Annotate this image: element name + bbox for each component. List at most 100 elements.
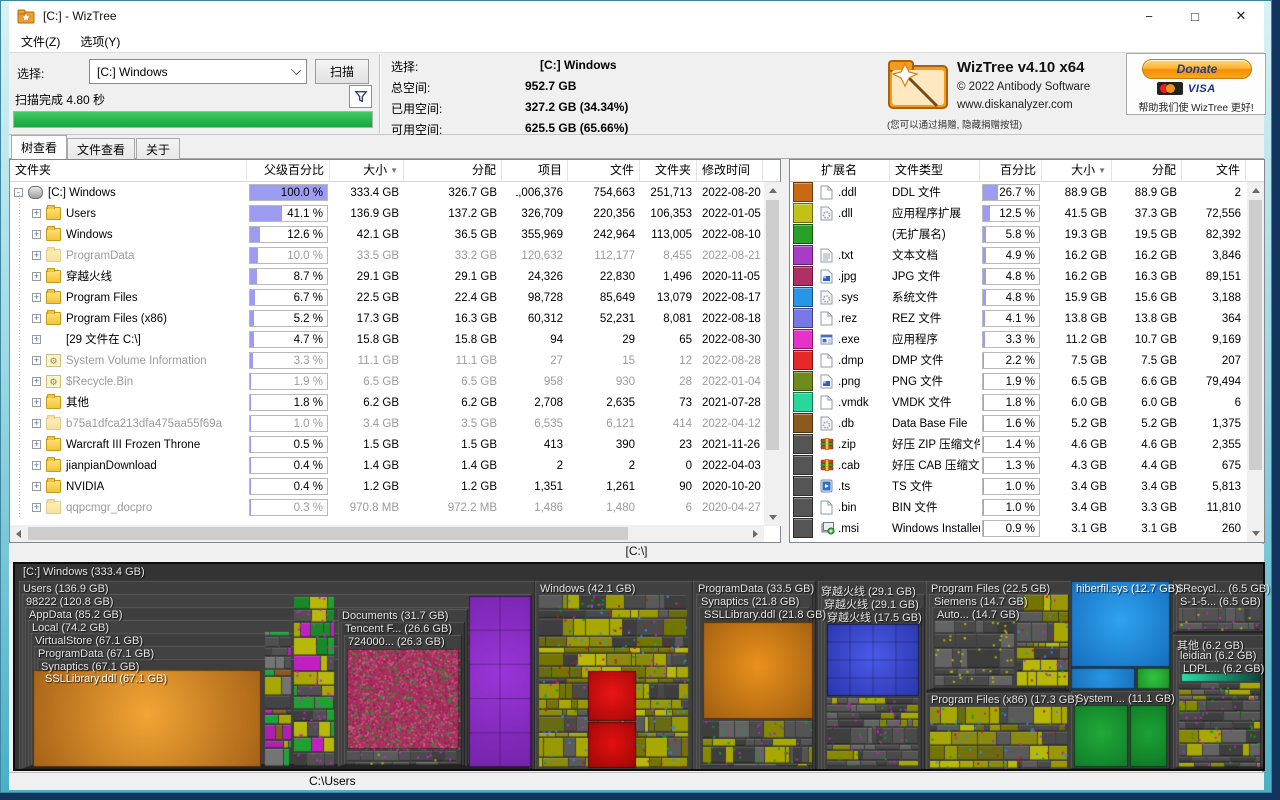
treemap-label-root[interactable]: [C:] Windows (333.4 GB) [23,566,145,578]
treemap-label-system[interactable]: System ... (11.1 GB) [1076,693,1175,705]
column-header[interactable]: 百分比 [980,160,1042,182]
treemap-label-ssllib_u[interactable]: SSLLibrary.ddl (67.1 GB) [45,673,167,685]
expand-icon[interactable]: + [32,482,41,491]
scroll-right-icon[interactable] [753,530,758,538]
extension-row[interactable]: .ddlDDL 文件26.7 %88.9 GB88.9 GB2 [790,182,1247,203]
treemap-label-local[interactable]: Local (74.2 GB) [32,622,109,634]
treemap-label-leidian[interactable]: leidian (6.2 GB) [1180,650,1256,662]
expand-icon[interactable]: + [32,314,41,323]
folder-row[interactable]: +Warcraft III Frozen Throne0.5 %1.5 GB1.… [10,434,763,455]
extension-row[interactable]: .exe应用程序3.3 %11.2 GB10.7 GB9,169 [790,329,1247,350]
extension-row[interactable]: .dmpDMP 文件2.2 %7.5 GB7.5 GB207 [790,350,1247,371]
folder-row[interactable]: +其他1.8 %6.2 GB6.2 GB2,7082,635732021-07-… [10,392,763,413]
extension-row[interactable]: .zip好压 ZIP 压缩文件1.4 %4.6 GB4.6 GB2,355 [790,434,1247,455]
treemap-label-appdata[interactable]: AppData (85.2 GB) [29,609,123,621]
extension-row[interactable]: .jpgJPG 文件4.8 %16.2 GB16.3 GB89,151 [790,266,1247,287]
treemap-label-siemens[interactable]: Siemens (14.7 GB) [934,596,1028,608]
column-header[interactable]: 分配 [404,160,502,182]
folder-row[interactable]: +b75a1dfca213dfa475aa55f69a1.0 %3.4 GB3.… [10,413,763,434]
column-header[interactable]: 扩展名 [816,160,890,182]
scroll-left-icon[interactable] [16,530,21,538]
expand-icon[interactable]: + [32,398,41,407]
column-header[interactable]: 项目 [502,160,568,182]
extension-row[interactable]: .sys系统文件4.8 %15.9 GB15.6 GB3,188 [790,287,1247,308]
extension-row[interactable]: .binBIN 文件1.0 %3.4 GB3.3 GB11,810 [790,497,1247,518]
folder-row[interactable]: +Program Files6.7 %22.5 GB22.4 GB98,7288… [10,287,763,308]
expand-icon[interactable]: + [32,293,41,302]
treemap-label-recycle[interactable]: $Recycl... (6.5 GB) [1177,583,1270,595]
column-header[interactable]: 文件类型 [890,160,980,182]
treemap-label-programdata[interactable]: ProgramData (33.5 GB) [698,583,814,595]
folder-row[interactable]: -[C:] Windows100.0 %333.4 GB326.7 GB1,00… [10,182,763,203]
column-header[interactable]: 大小▼ [1042,160,1112,182]
donate-button[interactable]: Donate [1142,59,1252,79]
treemap-label-hiberfil[interactable]: hiberfil.sys (12.7 GB) [1076,583,1179,595]
expand-icon[interactable]: + [32,335,41,344]
expand-icon[interactable]: + [32,230,41,239]
extension-vscrollbar[interactable] [1247,182,1264,542]
column-header[interactable]: 文件夹 [640,160,697,182]
extension-row[interactable]: .rezREZ 文件4.1 %13.8 GB13.8 GB364 [790,308,1247,329]
scroll-down-icon[interactable] [1252,531,1260,536]
folder-row[interactable]: +Windows12.6 %42.1 GB36.5 GB355,969242,9… [10,224,763,245]
expand-icon[interactable]: + [32,209,41,218]
filter-button[interactable] [349,85,372,108]
treemap-label-virtualstore[interactable]: VirtualStore (67.1 GB) [35,635,143,647]
folder-row[interactable]: +qqpcmgr_docpro0.3 %970.8 MB972.2 MB1,48… [10,497,763,518]
treemap-label-cf3[interactable]: 穿越火线 (17.5 GB) [827,609,922,625]
expand-icon[interactable]: + [32,440,41,449]
folder-row[interactable]: +⚙System Volume Information3.3 %11.1 GB1… [10,350,763,371]
tab-about[interactable]: 关于 [136,138,180,159]
folder-row[interactable]: +[29 文件在 C:\]4.7 %15.8 GB15.8 GB94296520… [10,329,763,350]
treemap-label-t724000[interactable]: 724000... (26.3 GB) [348,636,445,648]
extension-row[interactable]: .pngPNG 文件1.9 %6.5 GB6.6 GB79,494 [790,371,1247,392]
expand-icon[interactable]: + [32,356,41,365]
column-header[interactable]: 文件 [1182,160,1246,182]
folder-row[interactable]: +jianpianDownload0.4 %1.4 GB1.4 GB220202… [10,455,763,476]
treemap-label-s15[interactable]: S-1-5... (6.5 GB) [1180,596,1261,608]
folder-row[interactable]: +穿越火线8.7 %29.1 GB29.1 GB24,32622,8301,49… [10,266,763,287]
extension-row[interactable]: .tsTS 文件1.0 %3.4 GB3.4 GB5,813 [790,476,1247,497]
treemap-label-pfx86[interactable]: Program Files (x86) (17.3 GB) [931,694,1078,706]
expand-icon[interactable]: + [32,419,41,428]
extension-row[interactable]: .vmdkVMDK 文件1.8 %6.0 GB6.0 GB6 [790,392,1247,413]
treemap-label-ldpl[interactable]: LDPL... (6.2 GB) [1183,663,1264,675]
extension-row[interactable]: .msiWindows Installer0.9 %3.1 GB3.1 GB26… [790,518,1247,539]
minimize-button[interactable]: − [1126,1,1172,31]
treemap-label-auto[interactable]: Auto... (14.7 GB) [937,609,1020,621]
column-header[interactable]: 文件 [568,160,640,182]
treemap-label-ssllib[interactable]: SSLLibrary.ddl (21.8 GB) [704,609,826,621]
treemap-label-pf[interactable]: Program Files (22.5 GB) [931,583,1050,595]
expand-icon[interactable]: + [32,503,41,512]
column-header[interactable]: 分配 [1112,160,1182,182]
extension-row[interactable]: .cab好压 CAB 压缩文件1.3 %4.3 GB4.4 GB675 [790,455,1247,476]
treemap-label-users[interactable]: Users (136.9 GB) [23,583,109,595]
folder-hscrollbar[interactable] [10,525,764,542]
column-header[interactable]: 文件夹 [10,160,247,182]
treemap-label-synaptics_u[interactable]: Synaptics (67.1 GB) [41,661,139,673]
scroll-up-icon[interactable] [1252,188,1260,193]
column-header[interactable]: 父级百分比 [247,160,330,182]
treemap-label-u98222[interactable]: 98222 (120.8 GB) [26,596,113,608]
expand-icon[interactable]: + [32,272,41,281]
menu-options[interactable]: 选项(Y) [72,31,128,52]
treemap-label-tencent[interactable]: Tencent F... (26.6 GB) [345,623,452,635]
treemap-label-programdata_u[interactable]: ProgramData (67.1 GB) [38,648,154,660]
treemap-label-synaptics[interactable]: Synaptics (21.8 GB) [701,596,799,608]
folder-vscrollbar[interactable] [764,182,781,526]
extension-row[interactable]: .txt文本文档4.9 %16.2 GB16.2 GB3,846 [790,245,1247,266]
treemap-label-windows[interactable]: Windows (42.1 GB) [540,583,635,595]
extension-row[interactable]: .dll应用程序扩展12.5 %41.5 GB37.3 GB72,556 [790,203,1247,224]
maximize-button[interactable]: □ [1172,1,1218,31]
column-header[interactable]: 大小▼ [330,160,404,182]
treemap[interactable]: [C:] Windows (333.4 GB) Users (136.9 GB)9… [13,562,1265,771]
expand-icon[interactable]: + [32,377,41,386]
folder-row[interactable]: +Program Files (x86)5.2 %17.3 GB16.3 GB6… [10,308,763,329]
website-link[interactable]: www.diskanalyzer.com [957,99,1073,111]
column-header[interactable]: 修改时间 [697,160,763,182]
expand-icon[interactable]: + [32,461,41,470]
extension-row[interactable]: (无扩展名)5.8 %19.3 GB19.5 GB82,392 [790,224,1247,245]
tab-file-view[interactable]: 文件查看 [67,138,135,159]
menu-file[interactable]: 文件(Z) [13,31,68,52]
treemap-label-documents[interactable]: Documents (31.7 GB) [342,610,448,622]
